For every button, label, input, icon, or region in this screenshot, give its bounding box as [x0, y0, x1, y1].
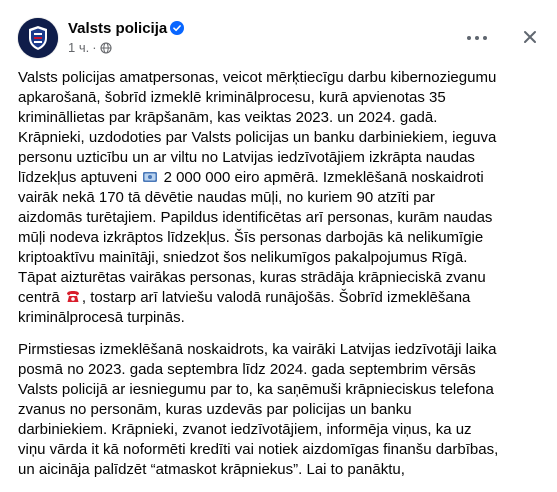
page-avatar[interactable]: [18, 18, 58, 58]
post-header: Valsts policija 1 ч. ·: [0, 0, 557, 68]
money-emoji: [143, 172, 158, 182]
post-paragraph-2: Pirmstiesas izmeklēšanā noskaidrots, ka …: [18, 341, 499, 478]
more-options-button[interactable]: [459, 26, 495, 50]
globe-icon[interactable]: [100, 42, 112, 54]
more-icon: [475, 36, 479, 40]
post-text: Valsts policijas amatpersonas, veicot mē…: [18, 68, 500, 492]
page-name[interactable]: Valsts policija: [68, 20, 185, 38]
more-icon: [467, 36, 471, 40]
police-logo: [18, 18, 58, 58]
verified-badge-icon: [170, 21, 185, 35]
more-icon: [483, 36, 487, 40]
close-icon: [524, 31, 536, 43]
post-meta: 1 ч. ·: [68, 40, 112, 56]
post-time[interactable]: 1 ч.: [68, 40, 89, 55]
meta-separator: ·: [92, 40, 97, 55]
post-paragraph-1: Valsts policijas amatpersonas, veicot mē…: [18, 69, 497, 326]
telephone-emoji: [66, 291, 79, 302]
close-button[interactable]: [515, 22, 545, 52]
